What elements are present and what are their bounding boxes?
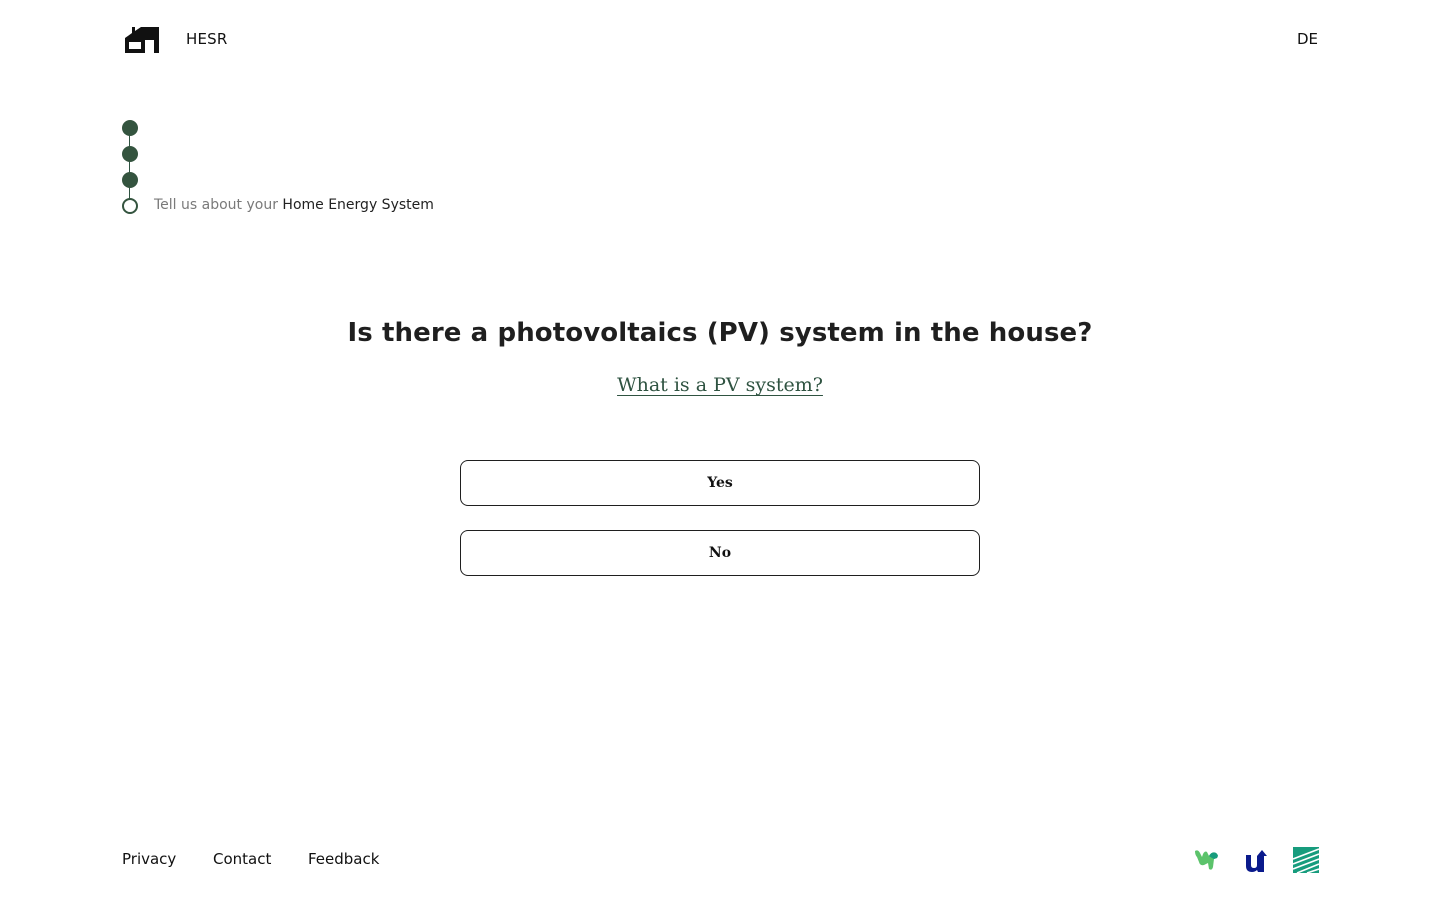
brand-name[interactable]: HESR xyxy=(186,30,228,48)
privacy-link[interactable]: Privacy xyxy=(122,850,176,868)
step-1-completed[interactable] xyxy=(122,120,138,136)
step-3-completed[interactable] xyxy=(122,172,138,188)
partner-logo-teal-icon[interactable] xyxy=(1293,847,1319,873)
step-4-current xyxy=(122,198,138,214)
page: HESR DE Tell us about your Home Energy S… xyxy=(0,0,1440,900)
current-step-prefix: Tell us about your xyxy=(154,197,278,213)
stepper-line xyxy=(129,128,130,206)
yes-button[interactable]: Yes xyxy=(460,460,980,506)
question-title: Is there a photovoltaics (PV) system in … xyxy=(347,318,1093,348)
current-step-title: Home Energy System xyxy=(282,197,434,213)
current-step-label: Tell us about your Home Energy System xyxy=(154,197,434,213)
header: HESR DE xyxy=(0,0,1440,80)
no-button[interactable]: No xyxy=(460,530,980,576)
what-is-pv-link[interactable]: What is a PV system? xyxy=(617,374,823,396)
partner-logo-blue-icon[interactable] xyxy=(1245,847,1271,873)
language-switch[interactable]: DE xyxy=(1297,30,1318,48)
contact-link[interactable]: Contact xyxy=(213,850,271,868)
step-2-completed[interactable] xyxy=(122,146,138,162)
progress-stepper: Tell us about your Home Energy System xyxy=(122,120,522,220)
partner-logo-green-icon[interactable] xyxy=(1194,847,1220,873)
house-icon[interactable] xyxy=(124,26,160,54)
help-link-container: What is a PV system? xyxy=(0,374,1440,396)
feedback-link[interactable]: Feedback xyxy=(308,850,379,868)
